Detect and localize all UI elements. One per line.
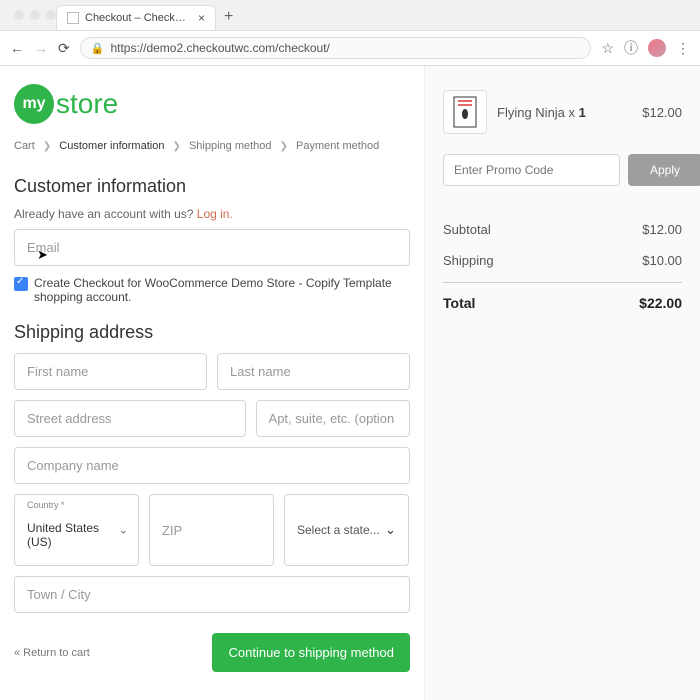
breadcrumb: Cart ❯ Customer information ❯ Shipping m… — [14, 140, 410, 152]
reload-button[interactable]: ⟳ — [58, 40, 70, 57]
logo-text: store — [56, 88, 118, 120]
tab-favicon — [67, 12, 79, 24]
town-field[interactable] — [14, 576, 410, 613]
crumb-customer-info[interactable]: Customer information — [59, 140, 164, 152]
cart-item: Flying Ninja x 1 $12.00 — [443, 90, 682, 134]
first-name-field[interactable] — [14, 353, 207, 390]
close-tab-icon[interactable]: × — [198, 11, 205, 25]
apt-field[interactable] — [256, 400, 410, 437]
url-text: https://demo2.checkoutwc.com/checkout/ — [110, 41, 329, 55]
country-value: United States (US) — [27, 505, 126, 555]
kebab-menu-icon[interactable]: ⋮ — [676, 40, 690, 57]
last-name-field[interactable] — [217, 353, 410, 390]
new-tab-button[interactable]: + — [216, 4, 241, 30]
apply-promo-button[interactable]: Apply — [628, 154, 700, 186]
state-select[interactable]: Select a state... ⌄ — [284, 494, 409, 566]
summary-shipping: Shipping$10.00 — [443, 245, 682, 276]
summary-total: Total$22.00 — [443, 282, 682, 319]
continue-button[interactable]: Continue to shipping method — [212, 633, 410, 672]
forward-button: → — [34, 40, 48, 56]
email-field[interactable] — [14, 229, 410, 266]
country-label: Country * — [27, 500, 65, 510]
profile-avatar[interactable] — [648, 39, 666, 57]
zip-field[interactable] — [149, 494, 274, 566]
crumb-payment-method: Payment method — [296, 140, 379, 152]
chevron-right-icon: ❯ — [43, 141, 51, 152]
browser-chrome: Checkout – Checkout for Woo × + ← → ⟳ 🔒 … — [0, 0, 700, 66]
browser-tab[interactable]: Checkout – Checkout for Woo × — [56, 5, 216, 30]
create-account-checkbox[interactable] — [14, 277, 28, 291]
product-name: Flying Ninja x 1 — [497, 105, 632, 120]
crumb-shipping-method: Shipping method — [189, 140, 272, 152]
login-link[interactable]: Log in. — [197, 207, 233, 221]
checkout-main: my store Cart ❯ Customer information ❯ S… — [0, 66, 424, 700]
info-icon[interactable]: ⓘ — [624, 38, 638, 58]
street-field[interactable] — [14, 400, 246, 437]
country-select[interactable]: Country * United States (US) ⌄ — [14, 494, 139, 566]
return-to-cart-link[interactable]: « Return to cart — [14, 647, 90, 659]
lock-icon: 🔒 — [91, 42, 105, 55]
back-button[interactable]: ← — [10, 40, 24, 56]
chevron-down-icon: ⌄ — [385, 522, 396, 538]
product-price: $12.00 — [642, 105, 682, 120]
url-bar[interactable]: 🔒 https://demo2.checkoutwc.com/checkout/ — [80, 37, 592, 59]
chevron-right-icon: ❯ — [173, 141, 181, 152]
product-thumbnail — [443, 90, 487, 134]
company-field[interactable] — [14, 447, 410, 484]
order-summary: Flying Ninja x 1 $12.00 Apply Subtotal$1… — [424, 66, 700, 700]
customer-info-heading: Customer information — [14, 176, 410, 197]
have-account-text: Already have an account with us? Log in. — [14, 207, 410, 221]
store-logo[interactable]: my store — [14, 84, 410, 124]
star-icon[interactable]: ☆ — [601, 40, 614, 57]
crumb-cart[interactable]: Cart — [14, 140, 35, 152]
mac-traffic-lights — [6, 4, 64, 20]
shipping-address-heading: Shipping address — [14, 322, 410, 343]
tab-title: Checkout – Checkout for Woo — [85, 12, 192, 24]
chevron-right-icon: ❯ — [280, 141, 288, 152]
chevron-down-icon: ⌄ — [119, 524, 128, 537]
logo-circle: my — [14, 84, 54, 124]
promo-code-input[interactable] — [443, 154, 620, 186]
state-placeholder: Select a state... — [297, 523, 380, 537]
create-account-label: Create Checkout for WooCommerce Demo Sto… — [34, 276, 410, 304]
summary-subtotal: Subtotal$12.00 — [443, 214, 682, 245]
